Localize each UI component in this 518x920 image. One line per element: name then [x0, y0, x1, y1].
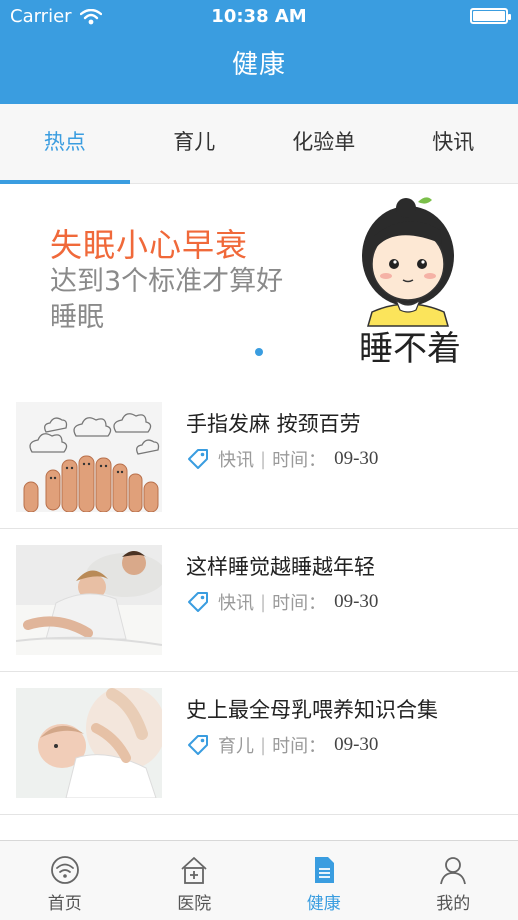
meta-separator: | [260, 448, 267, 470]
tabbar-label: 医院 [177, 894, 212, 914]
tag-icon [188, 449, 208, 469]
tabbar-label: 健康 [306, 894, 341, 914]
tabbar-item-hospital[interactable]: 医院 [130, 841, 260, 920]
hospital-icon [181, 857, 207, 884]
time-label: 时间： [272, 593, 327, 614]
article-category: 育儿 [218, 736, 254, 757]
article-list: 手指发麻 按颈百劳 快讯 | 时间： 09-30 这样睡觉越睡越年轻 快讯 | … [0, 386, 518, 815]
app-header: Carrier 10:38 AM 健康 [0, 0, 518, 104]
tab-lab-report[interactable]: 化验单 [259, 104, 389, 183]
tabbar-item-me[interactable]: 我的 [389, 841, 518, 920]
tabbar-label: 首页 [47, 894, 82, 914]
article-meta: 快讯 | 时间： 09-30 [186, 446, 378, 472]
article-date: 09-30 [334, 734, 379, 755]
article-category: 快讯 [218, 450, 254, 471]
tag-icon [188, 592, 208, 612]
home-signal-icon [50, 856, 79, 884]
tab-parenting[interactable]: 育儿 [130, 104, 260, 183]
baby-feeding-image [16, 688, 162, 798]
tabbar-label: 我的 [436, 894, 471, 914]
carousel-dot[interactable] [255, 348, 263, 356]
tab-hot[interactable]: 热点 [0, 104, 130, 184]
battery-icon [470, 8, 511, 24]
tab-news-flash[interactable]: 快讯 [389, 104, 518, 183]
battery-fill [473, 11, 505, 21]
article-title: 手指发麻 按颈百劳 [186, 412, 361, 436]
time-label: 时间： [272, 736, 327, 757]
banner-subtitle: 达到3个标准才算好睡眠 [50, 266, 284, 333]
user-icon [440, 857, 467, 885]
fingers-clouds-image [16, 402, 162, 512]
list-item[interactable]: 史上最全母乳喂养知识合集 育儿 | 时间： 09-30 [0, 672, 518, 815]
tag-icon [188, 735, 208, 755]
article-title: 史上最全母乳喂养知识合集 [186, 698, 438, 722]
article-title: 这样睡觉越睡越年轻 [186, 555, 375, 579]
banner-title: 失眠小心早衰 [50, 226, 249, 264]
status-time: 10:38 AM [211, 6, 307, 27]
page-title: 健康 [231, 50, 286, 80]
time-label: 时间： [272, 450, 327, 471]
category-tabs: 热点 育儿 化验单 快讯 [0, 104, 518, 184]
status-bar: Carrier 10:38 AM [0, 0, 518, 34]
article-date: 09-30 [334, 448, 379, 469]
tabbar-item-health[interactable]: 健康 [259, 841, 389, 920]
banner-carousel[interactable]: 失眠小心早衰 达到3个标准才算好睡眠 睡不着 [0, 184, 518, 382]
list-item[interactable]: 手指发麻 按颈百劳 快讯 | 时间： 09-30 [0, 386, 518, 529]
article-date: 09-30 [334, 591, 379, 612]
document-icon [314, 857, 334, 883]
article-meta: 快讯 | 时间： 09-30 [186, 589, 378, 615]
list-item[interactable]: 这样睡觉越睡越年轻 快讯 | 时间： 09-30 [0, 529, 518, 672]
meta-separator: | [260, 734, 267, 756]
article-category: 快讯 [218, 593, 254, 614]
tabbar-item-home[interactable]: 首页 [0, 841, 130, 920]
article-meta: 育儿 | 时间： 09-30 [186, 732, 378, 758]
sleepless-girl-illustration: 睡不着 [359, 197, 461, 369]
carousel-dots [0, 348, 518, 356]
sleeping-couple-image [16, 545, 162, 655]
meta-separator: | [260, 591, 267, 613]
bottom-tab-bar: 首页 医院 健康 我的 [0, 840, 518, 920]
